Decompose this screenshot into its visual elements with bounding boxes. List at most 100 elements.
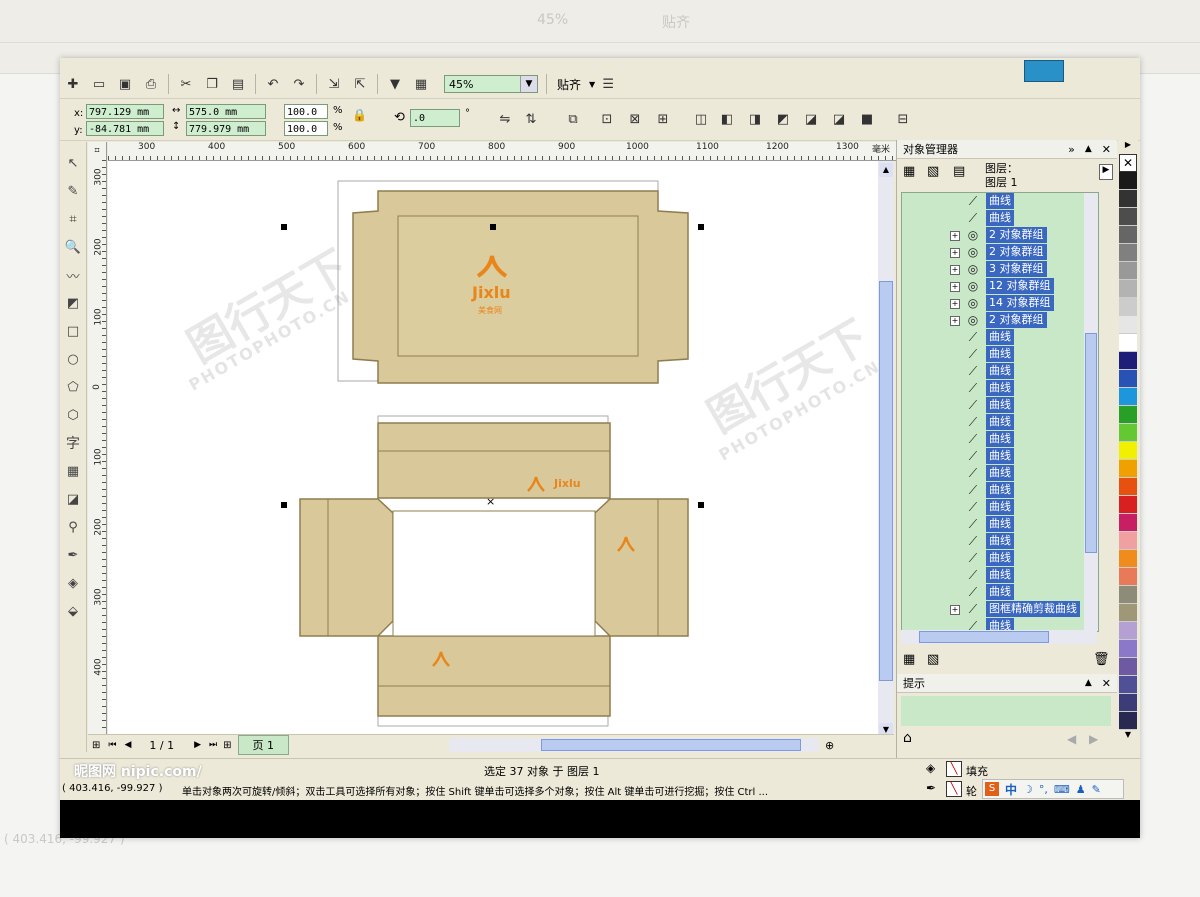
smart-fill-tool-icon[interactable]: ◩ [62, 292, 84, 314]
crop-tool-icon[interactable]: ⌗ [62, 208, 84, 230]
tree-item[interactable]: + ◎ 2 对象群组 [902, 312, 1098, 329]
zoom-select[interactable]: 45% ▼ [444, 75, 538, 93]
tree-item[interactable]: ⟋ 曲线 [902, 431, 1098, 448]
table-tool-icon[interactable]: ▦ [62, 460, 84, 482]
settings-icon[interactable]: ✎ [1092, 783, 1101, 796]
rotation-field[interactable]: .0 [410, 109, 460, 127]
color-swatch[interactable] [1119, 514, 1137, 532]
cut-icon[interactable]: ✂ [175, 73, 197, 95]
vertical-scrollbar[interactable]: ▲ ▼ [878, 161, 894, 739]
copy-icon[interactable]: ❐ [201, 73, 223, 95]
expand-toggle-icon[interactable]: + [950, 299, 960, 309]
color-swatch[interactable] [1119, 424, 1137, 442]
add-page-icon[interactable]: ⊞ [92, 740, 100, 751]
ellipse-tool-icon[interactable]: ○ [62, 348, 84, 370]
tree-item[interactable]: + ◎ 2 对象群组 [902, 227, 1098, 244]
zoom-tool-icon[interactable]: 🔍 [62, 236, 84, 258]
color-swatch[interactable] [1119, 370, 1137, 388]
intersect-icon[interactable]: ◨ [744, 108, 766, 130]
ime-mode[interactable]: 中 [1005, 781, 1017, 798]
color-swatch[interactable] [1119, 658, 1137, 676]
print-icon[interactable]: ⎙ [140, 73, 162, 95]
scroll-thumb[interactable] [919, 631, 1049, 643]
tree-item[interactable]: + ⟋ 图框精确剪裁曲线 [902, 601, 1098, 618]
collapse-icon[interactable]: ▲ [1085, 144, 1092, 154]
color-swatch[interactable] [1119, 262, 1137, 280]
object-tree[interactable]: ⟋ 曲线 ⟋ 曲线 + ◎ 2 对象群组 + ◎ 2 对象群组 + ◎ 3 对象群组 + ◎ 12 … [901, 192, 1099, 632]
paste-icon[interactable]: ▤ [227, 73, 249, 95]
color-swatch[interactable] [1119, 622, 1137, 640]
back-minus-front-icon[interactable]: ◪ [828, 108, 850, 130]
color-swatch[interactable] [1119, 478, 1137, 496]
freehand-tool-icon[interactable]: 〰 [62, 264, 84, 286]
ime-logo-icon[interactable]: S [985, 782, 999, 796]
simplify-icon[interactable]: ◩ [772, 108, 794, 130]
chevron-down-icon[interactable]: ▼ [589, 80, 595, 89]
close-icon[interactable]: ✕ [1102, 677, 1111, 690]
palette-scroll-down-icon[interactable]: ▼ [1118, 730, 1138, 744]
back-icon[interactable]: ◀ [1067, 732, 1076, 746]
tree-item[interactable]: + ◎ 14 对象群组 [902, 295, 1098, 312]
horizontal-scrollbar[interactable] [449, 738, 820, 752]
scroll-thumb[interactable] [1085, 333, 1097, 553]
color-swatch[interactable] [1119, 208, 1137, 226]
front-minus-back-icon[interactable]: ◪ [800, 108, 822, 130]
color-swatch[interactable] [1119, 604, 1137, 622]
next-page-icon[interactable]: ▶ [194, 740, 201, 750]
tree-item[interactable]: ⟋ 曲线 [902, 482, 1098, 499]
tree-item[interactable]: ⟋ 曲线 [902, 193, 1098, 210]
open-icon[interactable]: ▭ [88, 73, 110, 95]
tree-item[interactable]: ⟋ 曲线 [902, 397, 1098, 414]
outline-tool-icon[interactable]: ✒ [62, 544, 84, 566]
color-swatch[interactable] [1119, 352, 1137, 370]
expand-toggle-icon[interactable]: + [950, 248, 960, 258]
tree-item[interactable]: ⟋ 曲线 [902, 567, 1098, 584]
boundary-icon[interactable]: ■ [856, 108, 878, 130]
edit-across-layers-icon[interactable]: ▧ [927, 164, 939, 179]
tree-item[interactable]: + ◎ 12 对象群组 [902, 278, 1098, 295]
tree-item[interactable]: ⟋ 曲线 [902, 448, 1098, 465]
align-distribute-icon[interactable]: ⊟ [892, 108, 914, 130]
last-page-icon[interactable]: ⏭ [209, 740, 217, 750]
text-tool-icon[interactable]: 字 [62, 432, 84, 454]
palette-swatches[interactable] [1118, 172, 1138, 730]
expand-toggle-icon[interactable]: + [950, 265, 960, 275]
vertical-ruler[interactable]: 300 200 100 0 100 200 300 400 [88, 160, 107, 740]
prev-page-icon[interactable]: ◀ [125, 740, 132, 750]
expand-toggle-icon[interactable]: + [950, 316, 960, 326]
color-swatch[interactable] [1119, 226, 1137, 244]
ungroup-all-icon[interactable]: ⊠ [624, 108, 646, 130]
tree-item[interactable]: + ◎ 2 对象群组 [902, 244, 1098, 261]
color-swatch[interactable] [1119, 406, 1137, 424]
scroll-thumb[interactable] [541, 739, 802, 751]
color-swatch[interactable] [1119, 316, 1137, 334]
basic-shapes-tool-icon[interactable]: ⬡ [62, 404, 84, 426]
tree-item[interactable]: ⟋ 曲线 [902, 380, 1098, 397]
expand-toggle-icon[interactable]: + [950, 231, 960, 241]
box-dieline-artwork[interactable]: × [108, 161, 878, 739]
group-icon[interactable]: ⧉ [562, 108, 584, 130]
color-swatch[interactable] [1119, 388, 1137, 406]
pick-tool-icon[interactable]: ↖ [62, 152, 84, 174]
zoom-navigator-icon[interactable]: ⊕ [825, 739, 834, 752]
tree-item[interactable]: ⟋ 曲线 [902, 499, 1098, 516]
tree-item[interactable]: ⟋ 曲线 [902, 533, 1098, 550]
horizontal-ruler[interactable]: 300 400 500 600 700 800 900 1000 1100 12… [108, 142, 898, 161]
color-swatch[interactable] [1119, 640, 1137, 658]
color-swatch[interactable] [1119, 532, 1137, 550]
save-icon[interactable]: ▣ [114, 73, 136, 95]
tree-item[interactable]: ⟋ 曲线 [902, 584, 1098, 601]
color-swatch[interactable] [1119, 172, 1137, 190]
color-swatch[interactable] [1119, 568, 1137, 586]
expand-toggle-icon[interactable]: + [950, 282, 960, 292]
box-base[interactable] [299, 415, 689, 727]
combine-icon[interactable]: ⊞ [652, 108, 674, 130]
new-master-layer-icon[interactable]: ▧ [927, 652, 939, 667]
tree-scrollbar[interactable] [1084, 193, 1098, 631]
layer-manager-icon[interactable]: ▤ [953, 164, 965, 179]
expand-icon[interactable]: » [1068, 143, 1075, 156]
weld-icon[interactable]: ◫ [690, 108, 712, 130]
tree-item[interactable]: ⟋ 曲线 [902, 465, 1098, 482]
polygon-tool-icon[interactable]: ⬠ [62, 376, 84, 398]
tree-item[interactable]: ⟋ 曲线 [902, 329, 1098, 346]
